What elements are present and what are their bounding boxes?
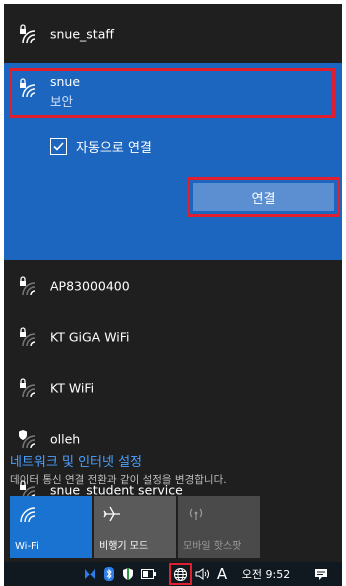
wifi-secured-icon [20,78,36,98]
wifi-icon [20,507,36,523]
wifi-flyout: snue_staff snue 보안 자동으로 연결 연결 AP83000400… [4,4,342,562]
security-shield-icon[interactable] [120,562,136,586]
network-item-kt-wifi[interactable]: KT WiFi [4,362,342,413]
clock[interactable]: 오전 9:52 [234,562,298,586]
action-center-icon[interactable] [312,562,330,586]
tile-label: Wi-Fi [15,541,39,552]
network-item-ap83000400[interactable]: AP83000400 [4,260,342,311]
network-name: KT WiFi [50,380,95,395]
taskbar: A 오전 9:52 [4,562,342,586]
network-globe-icon[interactable] [171,562,190,586]
airplane-icon [103,506,120,522]
network-item-snue-selected[interactable]: snue 보안 자동으로 연결 연결 [4,63,342,260]
connect-button-highlight: 연결 [187,177,340,217]
mobile-hotspot-tile[interactable]: 모바일 핫스팟 [178,496,260,558]
checkbox-checked-icon [50,138,67,155]
auto-connect-checkbox[interactable]: 자동으로 연결 [50,137,152,156]
connect-button[interactable]: 연결 [193,183,334,211]
wifi-shield-icon [19,429,36,448]
wifi-secured-icon [20,326,36,346]
network-name: AP83000400 [50,278,130,293]
airplane-mode-tile[interactable]: 비행기 모드 [94,496,176,558]
flag-icon [85,569,95,579]
hotspot-icon [189,508,203,520]
network-name: snue_staff [50,26,114,41]
network-item-snue-staff[interactable]: snue_staff [4,4,342,63]
network-item-kt-giga-wifi[interactable]: KT GiGA WiFi [4,311,342,362]
quick-action-tiles: Wi-Fi 비행기 모드 모바일 핫스팟 [10,496,260,558]
network-security-status: 보안 [50,94,74,109]
tile-label: 모바일 핫스팟 [183,541,242,552]
network-settings-description: 데이터 통신 연결 전환과 같이 설정을 변경합니다. [10,474,227,486]
network-settings-link[interactable]: 네트워크 및 인터넷 설정 [10,451,142,470]
battery-icon[interactable] [140,562,156,586]
wifi-secured-icon [20,377,36,397]
ime-indicator[interactable]: A [214,562,230,586]
network-name: olleh [50,431,81,446]
wifi-toggle-tile[interactable]: Wi-Fi [10,496,92,558]
tile-label: 비행기 모드 [99,541,149,552]
network-name: snue [50,74,81,89]
app-tray-icon[interactable] [82,562,98,586]
wifi-secured-icon [20,275,36,295]
auto-connect-label: 자동으로 연결 [76,141,152,156]
wifi-secured-icon [20,23,36,43]
network-name: KT GiGA WiFi [50,329,130,344]
volume-icon[interactable] [194,562,210,586]
bluetooth-icon[interactable] [102,562,116,586]
